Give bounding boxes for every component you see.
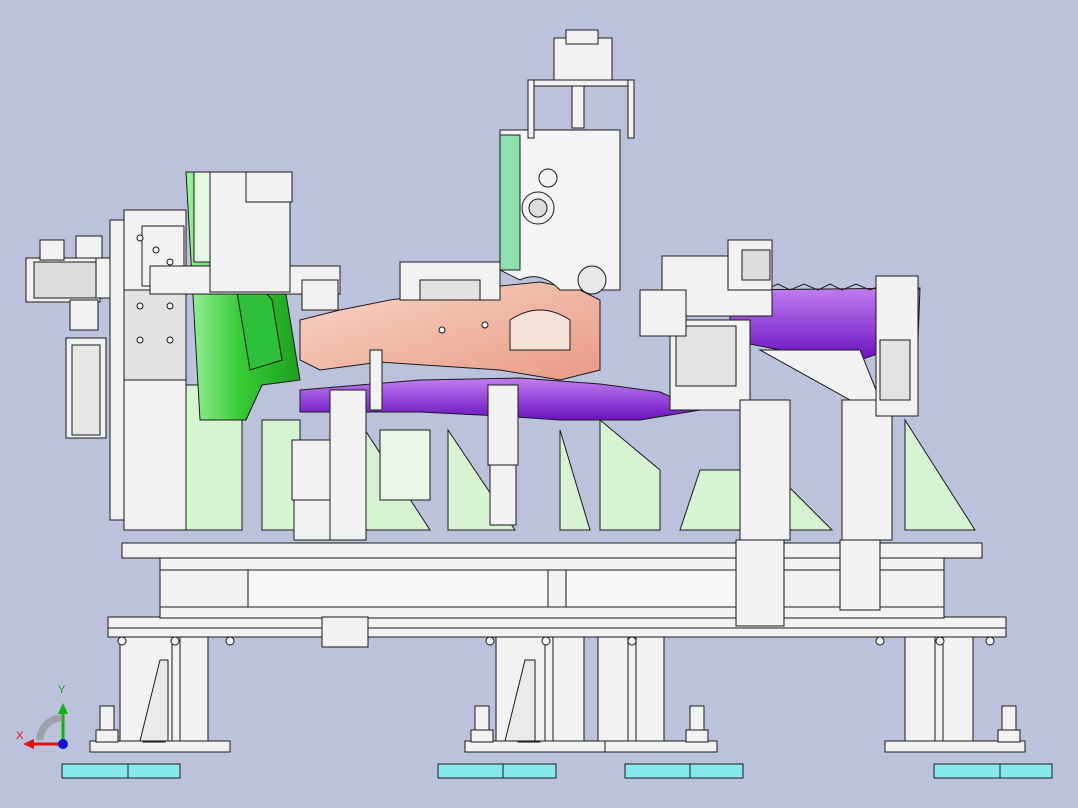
- cad-viewport[interactable]: X Y: [0, 0, 1078, 808]
- upper-rail: [399, 261, 501, 301]
- triad-labels: X Y: [10, 682, 80, 754]
- central-upright: [499, 29, 635, 295]
- left-cylinder-assembly: [25, 219, 135, 521]
- x-axis-label: X: [16, 730, 24, 742]
- fixture-model[interactable]: [0, 0, 1078, 808]
- leveling-pads: [61, 763, 1053, 779]
- support-legs: [119, 636, 974, 742]
- y-axis-label: Y: [58, 684, 66, 696]
